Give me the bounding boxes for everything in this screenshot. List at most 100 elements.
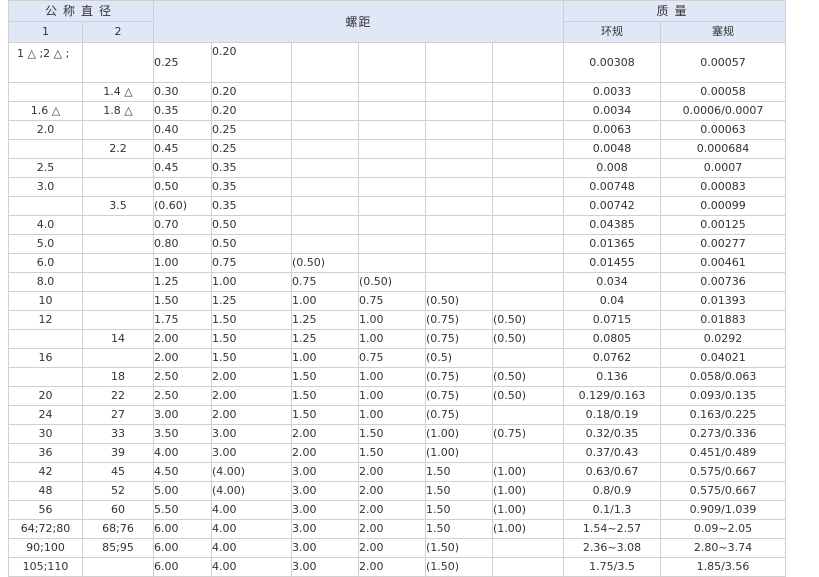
table-row: 3.5 (0.60) 0.35 0.00742 0.00099 — [8, 196, 786, 216]
cell-pitch-6 — [492, 196, 564, 216]
cell-pitch-3 — [291, 101, 359, 121]
cell-plug-gauge-mass: 0.451/0.489 — [660, 443, 786, 463]
cell-plug-gauge-mass: 0.575/0.667 — [660, 462, 786, 482]
cell-ring-gauge-mass: 0.0034 — [563, 101, 661, 121]
cell-diameter-1: 2.0 — [8, 120, 83, 140]
cell-pitch-5: 1.50 — [425, 462, 493, 482]
cell-pitch-4 — [358, 253, 426, 273]
cell-pitch-3: 1.50 — [291, 367, 359, 387]
cell-plug-gauge-mass: 0.00125 — [660, 215, 786, 235]
cell-diameter-1: 64;72;80 — [8, 519, 83, 539]
cell-pitch-4 — [358, 42, 426, 83]
cell-pitch-1: 5.00 — [153, 481, 212, 501]
cell-pitch-6 — [492, 82, 564, 102]
cell-ring-gauge-mass: 0.0715 — [563, 310, 661, 330]
cell-pitch-3: (0.50) — [291, 253, 359, 273]
table-row: 8.0 1.25 1.00 0.75 (0.50) 0.034 0.00736 — [8, 272, 786, 292]
cell-pitch-5 — [425, 120, 493, 140]
cell-pitch-2: 0.50 — [211, 234, 292, 254]
cell-plug-gauge-mass: 0.00277 — [660, 234, 786, 254]
cell-pitch-4 — [358, 82, 426, 102]
cell-diameter-1 — [8, 139, 83, 159]
cell-pitch-4: (0.50) — [358, 272, 426, 292]
cell-pitch-3 — [291, 120, 359, 140]
cell-pitch-3: 1.00 — [291, 348, 359, 368]
thread-gauge-table-container: 公称直径 螺距 质量 1 2 环规 塞规 1 △ ;2 △ ; 0.25 0.20 0… — [8, 0, 786, 577]
cell-pitch-2: 3.00 — [211, 443, 292, 463]
cell-diameter-2 — [82, 120, 154, 140]
cell-diameter-1: 2.5 — [8, 158, 83, 178]
table-row: 56 60 5.50 4.00 3.00 2.00 1.50 (1.00) 0.1/1.3 0.9… — [8, 500, 786, 520]
cell-pitch-3: 3.00 — [291, 481, 359, 501]
cell-pitch-3: 1.50 — [291, 386, 359, 406]
cell-pitch-4: 0.75 — [358, 291, 426, 311]
cell-pitch-3 — [291, 215, 359, 235]
cell-pitch-6: (0.50) — [492, 329, 564, 349]
table-row: 1.6 △ 1.8 △ 0.35 0.20 0.0034 0.0006/0.0007 — [8, 101, 786, 121]
cell-pitch-4: 1.00 — [358, 367, 426, 387]
cell-pitch-6 — [492, 538, 564, 558]
cell-diameter-1: 6.0 — [8, 253, 83, 273]
table-row: 48 52 5.00 (4.00) 3.00 2.00 1.50 (1.00) 0.8/0.9 0… — [8, 481, 786, 501]
cell-diameter-2: 52 — [82, 481, 154, 501]
cell-ring-gauge-mass: 0.034 — [563, 272, 661, 292]
table-row: 18 2.50 2.00 1.50 1.00 (0.75) (0.50) 0.136 0.058… — [8, 367, 786, 387]
cell-pitch-4 — [358, 120, 426, 140]
cell-ring-gauge-mass: 0.008 — [563, 158, 661, 178]
cell-pitch-5 — [425, 177, 493, 197]
cell-pitch-5: 1.50 — [425, 500, 493, 520]
cell-pitch-2: (4.00) — [211, 481, 292, 501]
table-row: 42 45 4.50 (4.00) 3.00 2.00 1.50 (1.00) 0.63/0.6… — [8, 462, 786, 482]
cell-pitch-1: 0.80 — [153, 234, 212, 254]
header-col-2: 2 — [82, 21, 154, 43]
cell-pitch-4: 1.50 — [358, 424, 426, 444]
cell-pitch-3 — [291, 82, 359, 102]
cell-pitch-2: 4.00 — [211, 557, 292, 577]
cell-pitch-2: 1.50 — [211, 348, 292, 368]
cell-plug-gauge-mass: 0.909/1.039 — [660, 500, 786, 520]
cell-pitch-5 — [425, 272, 493, 292]
cell-pitch-4 — [358, 196, 426, 216]
cell-pitch-6 — [492, 405, 564, 425]
cell-pitch-3: 3.00 — [291, 538, 359, 558]
cell-diameter-2 — [82, 158, 154, 178]
cell-pitch-2: 2.00 — [211, 405, 292, 425]
cell-pitch-2: 1.25 — [211, 291, 292, 311]
cell-pitch-1: 0.45 — [153, 139, 212, 159]
cell-pitch-3 — [291, 196, 359, 216]
cell-pitch-1: 0.30 — [153, 82, 212, 102]
cell-pitch-3: 2.00 — [291, 443, 359, 463]
cell-pitch-1: 6.00 — [153, 557, 212, 577]
cell-pitch-6: (0.50) — [492, 386, 564, 406]
cell-diameter-2 — [82, 177, 154, 197]
cell-pitch-2: 4.00 — [211, 538, 292, 558]
cell-diameter-1: 4.0 — [8, 215, 83, 235]
cell-pitch-5 — [425, 253, 493, 273]
cell-diameter-1: 16 — [8, 348, 83, 368]
cell-ring-gauge-mass: 0.1/1.3 — [563, 500, 661, 520]
cell-pitch-3: 3.00 — [291, 519, 359, 539]
cell-pitch-3 — [291, 42, 359, 83]
cell-pitch-5: (1.00) — [425, 443, 493, 463]
cell-pitch-6: (1.00) — [492, 519, 564, 539]
cell-pitch-3 — [291, 139, 359, 159]
cell-pitch-6 — [492, 291, 564, 311]
cell-pitch-2: 2.00 — [211, 386, 292, 406]
cell-pitch-4: 2.00 — [358, 462, 426, 482]
cell-pitch-5 — [425, 101, 493, 121]
table-row: 1 △ ;2 △ ; 0.25 0.20 0.00308 0.00057 — [8, 42, 786, 83]
cell-pitch-6: (1.00) — [492, 500, 564, 520]
cell-pitch-2: 0.35 — [211, 177, 292, 197]
cell-pitch-5: 1.50 — [425, 519, 493, 539]
cell-plug-gauge-mass: 0.000684 — [660, 139, 786, 159]
cell-pitch-3: 1.25 — [291, 310, 359, 330]
cell-pitch-2: 0.35 — [211, 196, 292, 216]
table-row: 64;72;80 68;76 6.00 4.00 3.00 2.00 1.50 (1.00) 1… — [8, 519, 786, 539]
cell-pitch-5: (0.75) — [425, 386, 493, 406]
cell-plug-gauge-mass: 0.01393 — [660, 291, 786, 311]
cell-pitch-1: 2.00 — [153, 329, 212, 349]
cell-ring-gauge-mass: 0.129/0.163 — [563, 386, 661, 406]
cell-pitch-3: 1.25 — [291, 329, 359, 349]
table-row: 36 39 4.00 3.00 2.00 1.50 (1.00) 0.37/0.43 0.451… — [8, 443, 786, 463]
cell-pitch-6 — [492, 557, 564, 577]
